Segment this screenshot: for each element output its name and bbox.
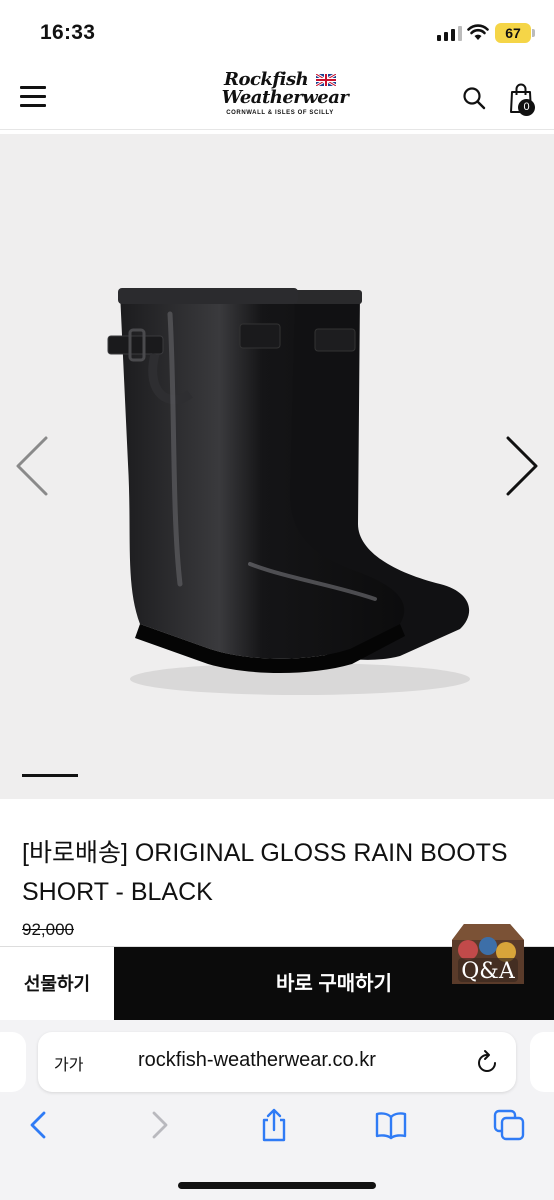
logo-tagline: CORNWALL & ISLES OF SCILLY <box>226 110 334 116</box>
cart-count-badge: 0 <box>518 99 535 116</box>
home-indicator <box>178 1182 376 1189</box>
slide-indicator <box>22 774 78 777</box>
qa-badge[interactable]: Q&A <box>444 918 530 990</box>
battery-icon: 67 <box>495 23 531 43</box>
original-price: 92,000 <box>22 920 74 939</box>
union-flag-icon <box>315 74 336 86</box>
chevron-right-icon[interactable] <box>504 434 540 498</box>
product-title: [바로배송] ORIGINAL GLOSS RAIN BOOTS SHORT -… <box>22 839 508 906</box>
site-header: Rockfish Weatherwear CORNWALL & ISLES OF… <box>0 64 554 130</box>
url-text[interactable]: rockfish-weatherwear.co.kr <box>138 1049 376 1072</box>
previous-tab-peek[interactable] <box>0 1032 26 1092</box>
back-icon[interactable] <box>22 1108 56 1142</box>
share-icon[interactable] <box>257 1108 291 1142</box>
gift-button[interactable]: 선물하기 <box>0 947 114 1021</box>
status-time: 16:33 <box>40 21 96 44</box>
status-bar: 16:33 67 <box>0 0 554 64</box>
text-size-button[interactable]: 가가 <box>54 1051 83 1075</box>
next-tab-peek[interactable] <box>530 1032 554 1092</box>
product-gallery[interactable] <box>0 134 554 799</box>
address-bar[interactable]: 가가 rockfish-weatherwear.co.kr <box>38 1032 516 1092</box>
wifi-icon <box>467 24 489 40</box>
qa-label: Q&A <box>461 959 516 984</box>
forward-icon[interactable] <box>142 1108 176 1142</box>
logo-line2: Weatherwear <box>221 87 349 108</box>
menu-icon[interactable] <box>20 85 46 107</box>
search-icon[interactable] <box>462 86 486 110</box>
signal-icon <box>437 26 462 41</box>
tabs-icon[interactable] <box>492 1108 526 1142</box>
reload-icon[interactable] <box>475 1049 499 1075</box>
bookmarks-icon[interactable] <box>374 1108 408 1142</box>
battery-tip <box>532 29 535 37</box>
brand-logo[interactable]: Rockfish Weatherwear CORNWALL & ISLES OF… <box>205 71 355 123</box>
product-image <box>107 288 470 695</box>
browser-toolbar: 가가 rockfish-weatherwear.co.kr <box>0 1020 554 1200</box>
chevron-left-icon[interactable] <box>14 434 50 498</box>
